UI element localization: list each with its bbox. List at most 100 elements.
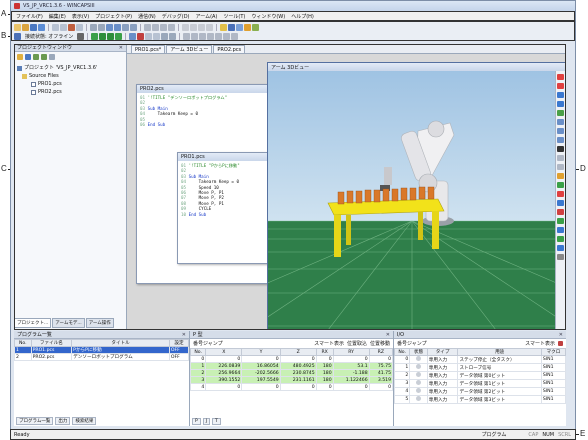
cell[interactable]: 180 — [315, 376, 334, 384]
column-header[interactable]: X — [205, 348, 243, 356]
table-row[interactable]: 4 専用入力 データ領域 第2ビット SIN1 — [393, 387, 567, 396]
menu-tools[interactable]: ツール(T) — [223, 13, 245, 20]
tab-output[interactable]: 出力 — [55, 417, 71, 425]
menu-help[interactable]: ヘルプ(H) — [291, 13, 314, 20]
io-state-indicator[interactable] — [416, 356, 422, 361]
save-icon[interactable] — [30, 24, 37, 31]
cell[interactable]: 256.9664 — [205, 369, 243, 377]
play-icon[interactable] — [107, 33, 115, 40]
paste-icon[interactable] — [76, 24, 83, 31]
step-into-icon[interactable] — [145, 33, 153, 40]
cell[interactable]: 0 — [241, 355, 281, 363]
move-position-button[interactable]: 位置移動 — [370, 340, 390, 347]
cell[interactable]: 197.5549 — [241, 376, 281, 384]
smart-display-toggle[interactable]: スマート表示 — [525, 340, 555, 347]
bookmark-icon[interactable] — [182, 24, 189, 31]
menu-window[interactable]: ウィンドウ(W) — [251, 13, 285, 20]
bookmark-next-icon[interactable] — [190, 24, 197, 31]
table-row[interactable]: 2 256.9664 -202.5666 230.8745 180 -1.188… — [189, 369, 394, 377]
column-header[interactable]: Y — [241, 348, 281, 356]
cell[interactable]: 390.1552 — [205, 376, 243, 384]
cell[interactable]: 0 — [368, 383, 394, 391]
column-header[interactable]: 用途 — [457, 348, 542, 356]
table-row[interactable]: 2 PRO2.pcs デンソーロボットプログラム OFF — [14, 353, 190, 361]
table-row[interactable]: 5 専用入力 データ領域 第3ビット SIN1 — [393, 395, 567, 404]
cell[interactable]: -1.188 — [332, 369, 370, 377]
indent-icon[interactable] — [144, 24, 151, 31]
transfer-icon[interactable] — [130, 24, 137, 31]
tab-program-list[interactable]: プログラム一覧 — [16, 417, 54, 425]
cell[interactable]: 0 — [368, 355, 394, 363]
table-row[interactable]: 3 390.1552 197.5549 231.1161 180 1.12246… — [189, 376, 394, 384]
view-c-icon[interactable] — [199, 33, 207, 40]
cell[interactable]: 41.75 — [368, 369, 394, 377]
cell[interactable]: 180 — [315, 362, 334, 370]
cell[interactable]: 75.75 — [368, 362, 394, 370]
io-state-indicator[interactable] — [416, 380, 422, 385]
cell[interactable]: 53.1 — [332, 362, 370, 370]
cell[interactable]: 0 — [315, 383, 334, 391]
table-row[interactable]: 1 226.0839 16.86054 480.4925 180 53.1 75… — [189, 362, 394, 370]
folder-icon[interactable] — [220, 24, 227, 31]
column-header[interactable]: No. — [14, 339, 32, 347]
open-icon[interactable] — [22, 24, 29, 31]
cell[interactable]: 480.4925 — [279, 362, 317, 370]
copy-icon[interactable] — [60, 24, 67, 31]
cell[interactable]: 0 — [241, 383, 281, 391]
tab-t[interactable]: T — [212, 418, 221, 425]
cell[interactable]: 0 — [279, 383, 317, 391]
table-row[interactable]: 0 専用入力 ステップ停止（全タスク） SIN1 — [393, 355, 567, 364]
breakpoint-icon[interactable] — [161, 33, 169, 40]
io-settings-icon[interactable] — [558, 341, 563, 346]
redo-icon[interactable] — [98, 24, 105, 31]
column-header[interactable]: 状態 — [409, 348, 428, 356]
build-icon[interactable] — [122, 24, 129, 31]
io-state-indicator[interactable] — [416, 388, 422, 393]
view-e-icon[interactable] — [215, 33, 223, 40]
watch-icon[interactable] — [169, 33, 177, 40]
close-icon[interactable]: ✕ — [182, 332, 186, 338]
menu-arm[interactable]: アーム(A) — [196, 13, 218, 20]
table-row[interactable]: 3 専用入力 データ領域 第1ビット SIN1 — [393, 379, 567, 388]
close-icon[interactable]: ✕ — [559, 332, 563, 338]
io-icon[interactable] — [252, 24, 259, 31]
table-row[interactable]: 0 0 0 0 0 0 0 — [189, 355, 394, 363]
column-header[interactable]: マクロ — [540, 348, 567, 356]
cell[interactable]: 16.86054 — [241, 362, 281, 370]
cell[interactable]: 0 — [205, 355, 243, 363]
view-d-icon[interactable] — [207, 33, 215, 40]
menu-project[interactable]: プロジェクト(P) — [95, 13, 132, 20]
bookmark-prev-icon[interactable] — [198, 24, 205, 31]
new-icon[interactable] — [14, 24, 21, 31]
cell[interactable]: 3.519 — [368, 376, 394, 384]
io-state-indicator[interactable] — [416, 372, 422, 377]
table-row[interactable]: 1 PRO1.pcs PからPに移動 OFF — [14, 346, 190, 354]
find-icon[interactable] — [106, 24, 113, 31]
cell[interactable]: 0 — [205, 383, 243, 391]
save-all-icon[interactable] — [38, 24, 45, 31]
cell[interactable]: 0 — [279, 355, 317, 363]
step-out-icon[interactable] — [153, 33, 161, 40]
tab-j[interactable]: J — [202, 418, 211, 425]
connect-icon[interactable] — [14, 33, 21, 40]
bookmark-clear-icon[interactable] — [206, 24, 213, 31]
uncomment-icon[interactable] — [168, 24, 175, 31]
cell[interactable]: 0 — [315, 355, 334, 363]
delete-icon[interactable] — [68, 24, 75, 31]
smart-display-toggle[interactable]: スマート表示 — [314, 340, 344, 347]
arm-icon[interactable] — [236, 24, 243, 31]
table-row[interactable]: 2 専用入力 データ領域 第0ビット SIN1 — [393, 371, 567, 380]
stop-icon[interactable] — [137, 33, 145, 40]
column-header[interactable]: タイプ — [426, 348, 459, 356]
view-f-icon[interactable] — [223, 33, 231, 40]
step-over-icon[interactable] — [129, 33, 137, 40]
cell[interactable]: 0 — [332, 355, 370, 363]
capture-position-button[interactable]: 位置取込 — [347, 340, 367, 347]
replace-icon[interactable] — [114, 24, 121, 31]
menu-debug[interactable]: デバッグ(D) — [162, 13, 190, 20]
undo-icon[interactable] — [90, 24, 97, 31]
menu-file[interactable]: ファイル(F) — [16, 13, 43, 20]
tab-search-results[interactable]: 検索結果 — [72, 417, 97, 425]
table-row[interactable]: 4 0 0 0 0 0 0 — [189, 383, 394, 391]
dropdown-icon[interactable] — [77, 33, 85, 40]
